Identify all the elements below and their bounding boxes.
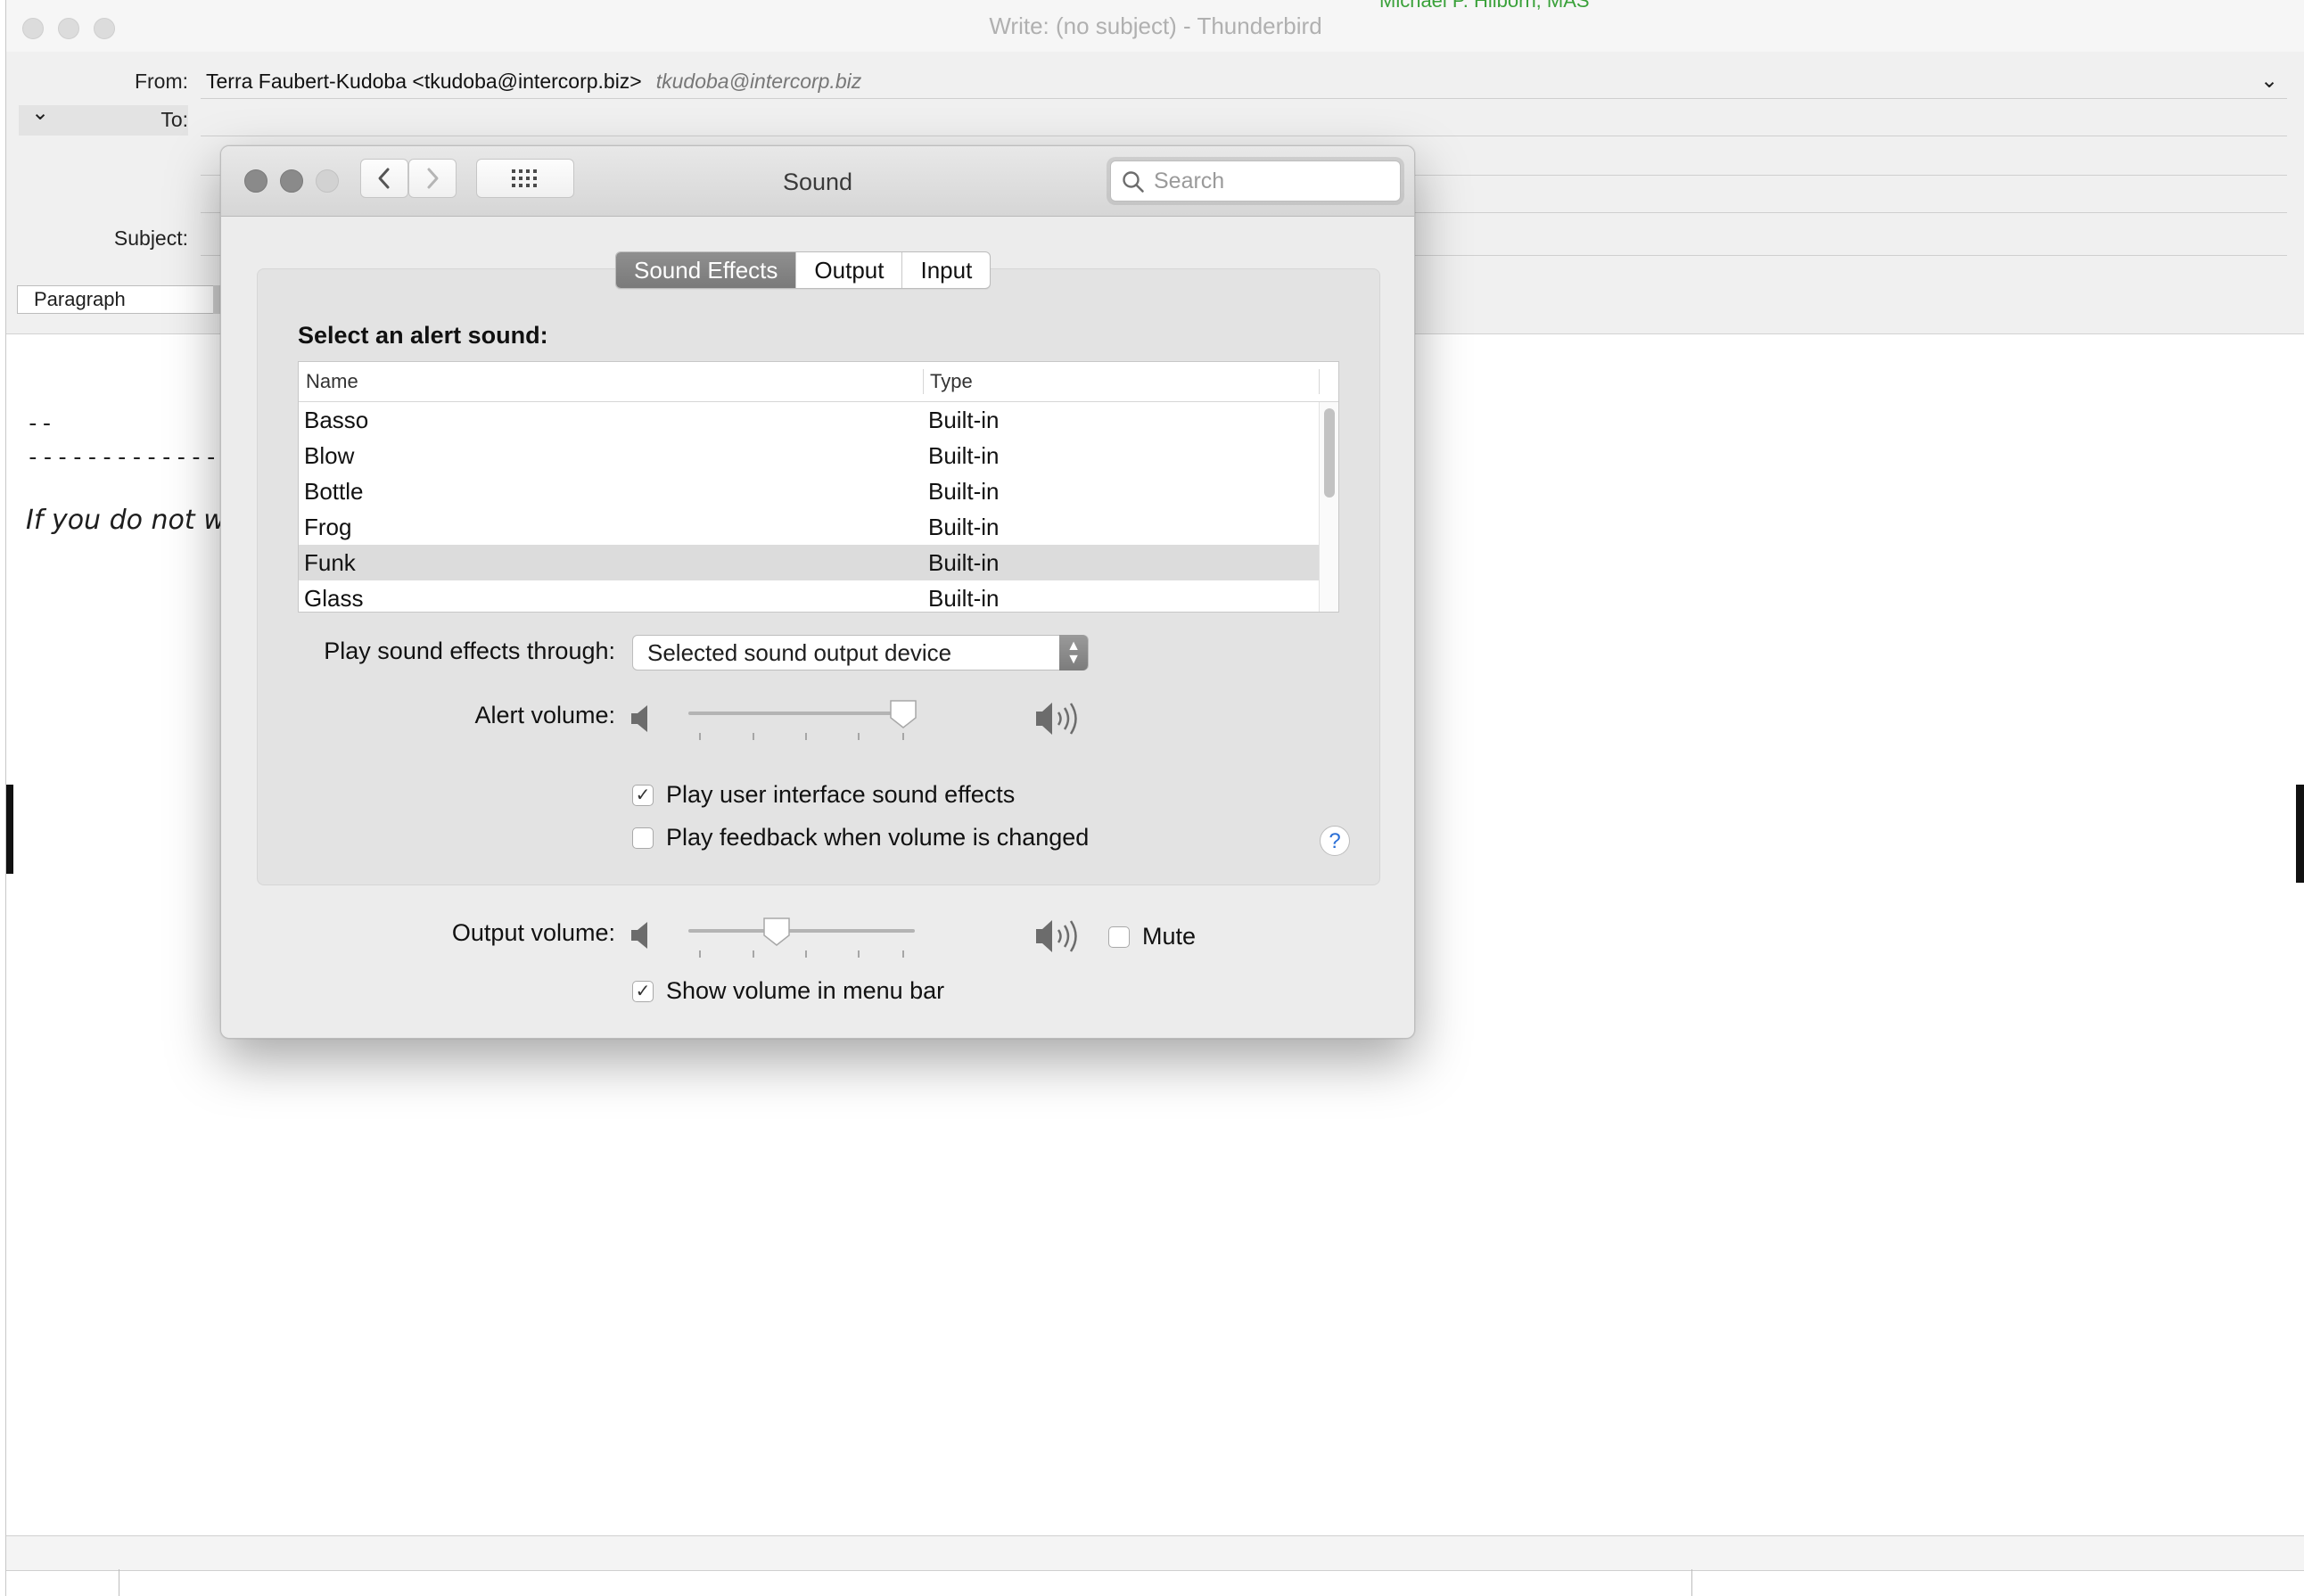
feedback-label: Play feedback when volume is changed [666,824,1090,851]
ui-sounds-checkbox[interactable]: ✓ [632,784,654,806]
sound-prefs-titlebar: Sound [221,146,1414,217]
search-input[interactable] [1152,167,1387,195]
slider-tick [699,733,701,740]
slider-tick [753,733,754,740]
popup-arrows-icon: ▲ ▼ [1059,635,1088,670]
table-row[interactable]: Blow Built-in [299,438,1319,473]
tab-bar: Sound Effects Output Input [615,251,992,289]
output-volume-knob[interactable] [762,917,791,947]
speaker-low-icon [631,922,647,949]
bottom-divider-right [1691,1569,1692,1596]
feedback-option[interactable]: Play feedback when volume is changed [632,824,1089,851]
mute-checkbox[interactable] [1108,926,1130,948]
tab-output[interactable]: Output [796,252,903,288]
column-header-type[interactable]: Type [930,362,973,401]
help-button[interactable]: ? [1320,826,1350,856]
sound-type: Built-in [928,442,1000,469]
sound-type: Built-in [928,514,1000,540]
from-value: Terra Faubert-Kudoba <tkudoba@intercorp.… [206,70,642,93]
feedback-checkbox[interactable] [632,827,654,849]
table-row-selected[interactable]: Funk Built-in [299,545,1319,580]
alert-volume-slider[interactable] [688,694,917,747]
sound-name: Funk [304,549,356,576]
table-scroll-thumb[interactable] [1324,408,1335,498]
sound-type: Built-in [928,549,1000,576]
slider-tick [858,950,860,958]
sound-name: Glass [304,585,364,612]
sound-name: Frog [304,514,352,540]
search-icon [1123,171,1144,193]
alert-sound-table[interactable]: Name Type Basso Built-in Blow Built-in B… [298,361,1339,613]
speaker-high-icon [1036,920,1077,952]
status-bar [6,1535,2304,1571]
column-header-name[interactable]: Name [306,362,358,401]
alert-volume-knob[interactable] [889,699,917,729]
alert-volume-label: Alert volume: [474,702,615,728]
speaker-low-icon [631,705,647,732]
window-title: Write: (no subject) - Thunderbird [989,12,1322,39]
output-volume-slider[interactable] [688,911,915,965]
thunderbird-titlebar: Write: (no subject) - Thunderbird Michae… [6,0,2304,53]
sound-name: Blow [304,442,355,469]
from-divider [201,98,2287,99]
tab-sound-effects[interactable]: Sound Effects [616,252,797,288]
play-through-label: Play sound effects through: [324,638,615,664]
output-volume-label: Output volume: [451,919,615,946]
tab-input[interactable]: Input [902,252,990,288]
slider-tick [753,950,754,958]
sound-name: Basso [304,407,369,433]
column-separator [1319,369,1320,394]
table-row[interactable]: Basso Built-in [299,402,1319,438]
play-through-value: Selected sound output device [647,639,952,666]
slider-tick [805,733,807,740]
slider-track [688,712,915,715]
alert-sound-heading: Select an alert sound: [298,322,548,349]
table-row[interactable]: Bottle Built-in [299,473,1319,509]
menubar-volume-label: Show volume in menu bar [666,977,945,1004]
menubar-volume-option[interactable]: ✓ Show volume in menu bar [632,977,944,1005]
sound-type: Built-in [928,407,1000,433]
sound-preferences-window: Sound Sound Effects Output Input Select … [220,145,1415,1039]
sound-type: Built-in [928,478,1000,505]
from-dropdown-chevron-icon[interactable]: ⌄ [2260,68,2278,94]
mute-label: Mute [1142,923,1197,950]
column-separator [923,369,924,394]
slider-tick [699,950,701,958]
menubar-volume-checkbox[interactable]: ✓ [632,980,654,1002]
slider-tick [858,733,860,740]
sound-type: Built-in [928,585,1000,612]
speaker-high-icon [1036,703,1077,735]
slider-tick [805,950,807,958]
mute-option[interactable]: Mute [1108,923,1196,950]
play-through-popup[interactable]: Selected sound output device ▲ ▼ [632,635,1089,670]
sound-name: Bottle [304,478,364,505]
slider-tick [902,950,904,958]
from-field[interactable]: Terra Faubert-Kudoba <tkudoba@intercorp.… [206,70,861,94]
slider-tick [902,733,904,740]
from-label: From: [134,70,188,93]
ui-sounds-option[interactable]: ✓ Play user interface sound effects [632,781,1015,809]
background-window-text: Michael P. Hilborn, MAS [1379,0,1590,12]
table-row[interactable]: Frog Built-in [299,509,1319,545]
paragraph-format-select[interactable]: Paragraph [17,285,215,314]
slider-track [688,929,915,933]
from-identity: tkudoba@intercorp.biz [655,70,862,93]
search-field[interactable] [1110,160,1401,202]
ui-sounds-label: Play user interface sound effects [666,781,1016,808]
to-label: To: [160,108,188,131]
subject-label: Subject: [113,226,188,250]
table-row[interactable]: Glass Built-in [299,580,1319,612]
